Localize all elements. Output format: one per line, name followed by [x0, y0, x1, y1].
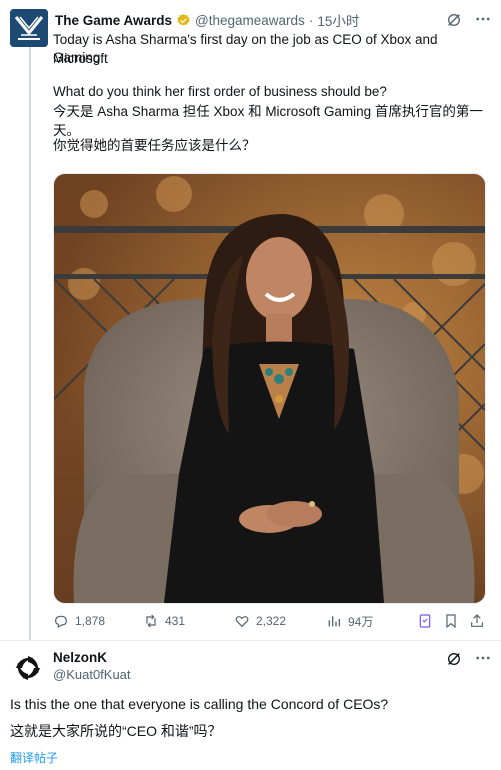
timestamp[interactable]: 15小时: [317, 10, 359, 30]
reply-more-options-icon[interactable]: [473, 649, 493, 667]
like-button[interactable]: 2,322: [234, 611, 286, 631]
retweet-count: 431: [165, 614, 186, 628]
views-button[interactable]: 94万: [326, 611, 373, 631]
photo-illustration: [54, 174, 485, 603]
thread-line: [29, 46, 31, 640]
like-count: 2,322: [256, 614, 287, 628]
reply-text-zh: 这就是大家所说的“CEO 和谐”吗？: [10, 723, 222, 739]
tweet-photo[interactable]: [53, 173, 486, 604]
bookmark-icon[interactable]: [417, 613, 433, 629]
tweet-header: The Game Awards @thegameawards · 15小时: [55, 10, 359, 30]
view-count: 94万: [348, 614, 374, 629]
heart-icon: [235, 616, 249, 628]
tweet-text-en-line2: Gaming.: [53, 50, 105, 65]
dot-separator: ·: [308, 12, 314, 28]
reply-count: 1,878: [75, 614, 106, 628]
verified-badge-icon: [177, 13, 190, 26]
reply-author-name[interactable]: NelzonK: [53, 650, 107, 665]
reply-avatar-logo-icon: [10, 650, 46, 686]
tweet-text-zh: 今天是 Asha Sharma 担任 Xbox 和 Microsoft Gami…: [53, 104, 483, 138]
avatar[interactable]: [10, 9, 48, 47]
save-bookmark-icon[interactable]: [443, 613, 459, 629]
share-icon[interactable]: [469, 613, 485, 629]
author-handle[interactable]: @thegameawards: [195, 13, 305, 28]
tweet-question-zh: 你觉得她的首要任务应该是什么？: [53, 138, 256, 153]
more-options-icon[interactable]: [473, 10, 493, 28]
reply-icon: [55, 615, 67, 629]
retweet-button[interactable]: 431: [143, 611, 185, 631]
game-awards-logo-icon: [10, 9, 48, 47]
tweet-question-en: What do you think her first order of bus…: [53, 84, 387, 99]
grok-icon[interactable]: [446, 12, 462, 28]
reply-grok-icon[interactable]: [446, 651, 462, 667]
views-chart-icon: [328, 616, 340, 627]
tweet-actions: 1,878 431 2,322 94万: [53, 611, 493, 631]
divider: [0, 640, 501, 641]
reply-avatar[interactable]: [10, 650, 46, 686]
reply-text-en: Is this the one that everyone is calling…: [10, 696, 389, 712]
tweet: The Game Awards @thegameawards · 15小时 To…: [0, 0, 501, 640]
retweet-icon: [146, 614, 156, 628]
reply-button[interactable]: 1,878: [53, 611, 105, 631]
author-name[interactable]: The Game Awards: [55, 13, 172, 28]
translate-post-link[interactable]: 翻译帖子: [10, 749, 58, 766]
reply-author-handle[interactable]: @Kuat0fKuat: [53, 667, 131, 682]
